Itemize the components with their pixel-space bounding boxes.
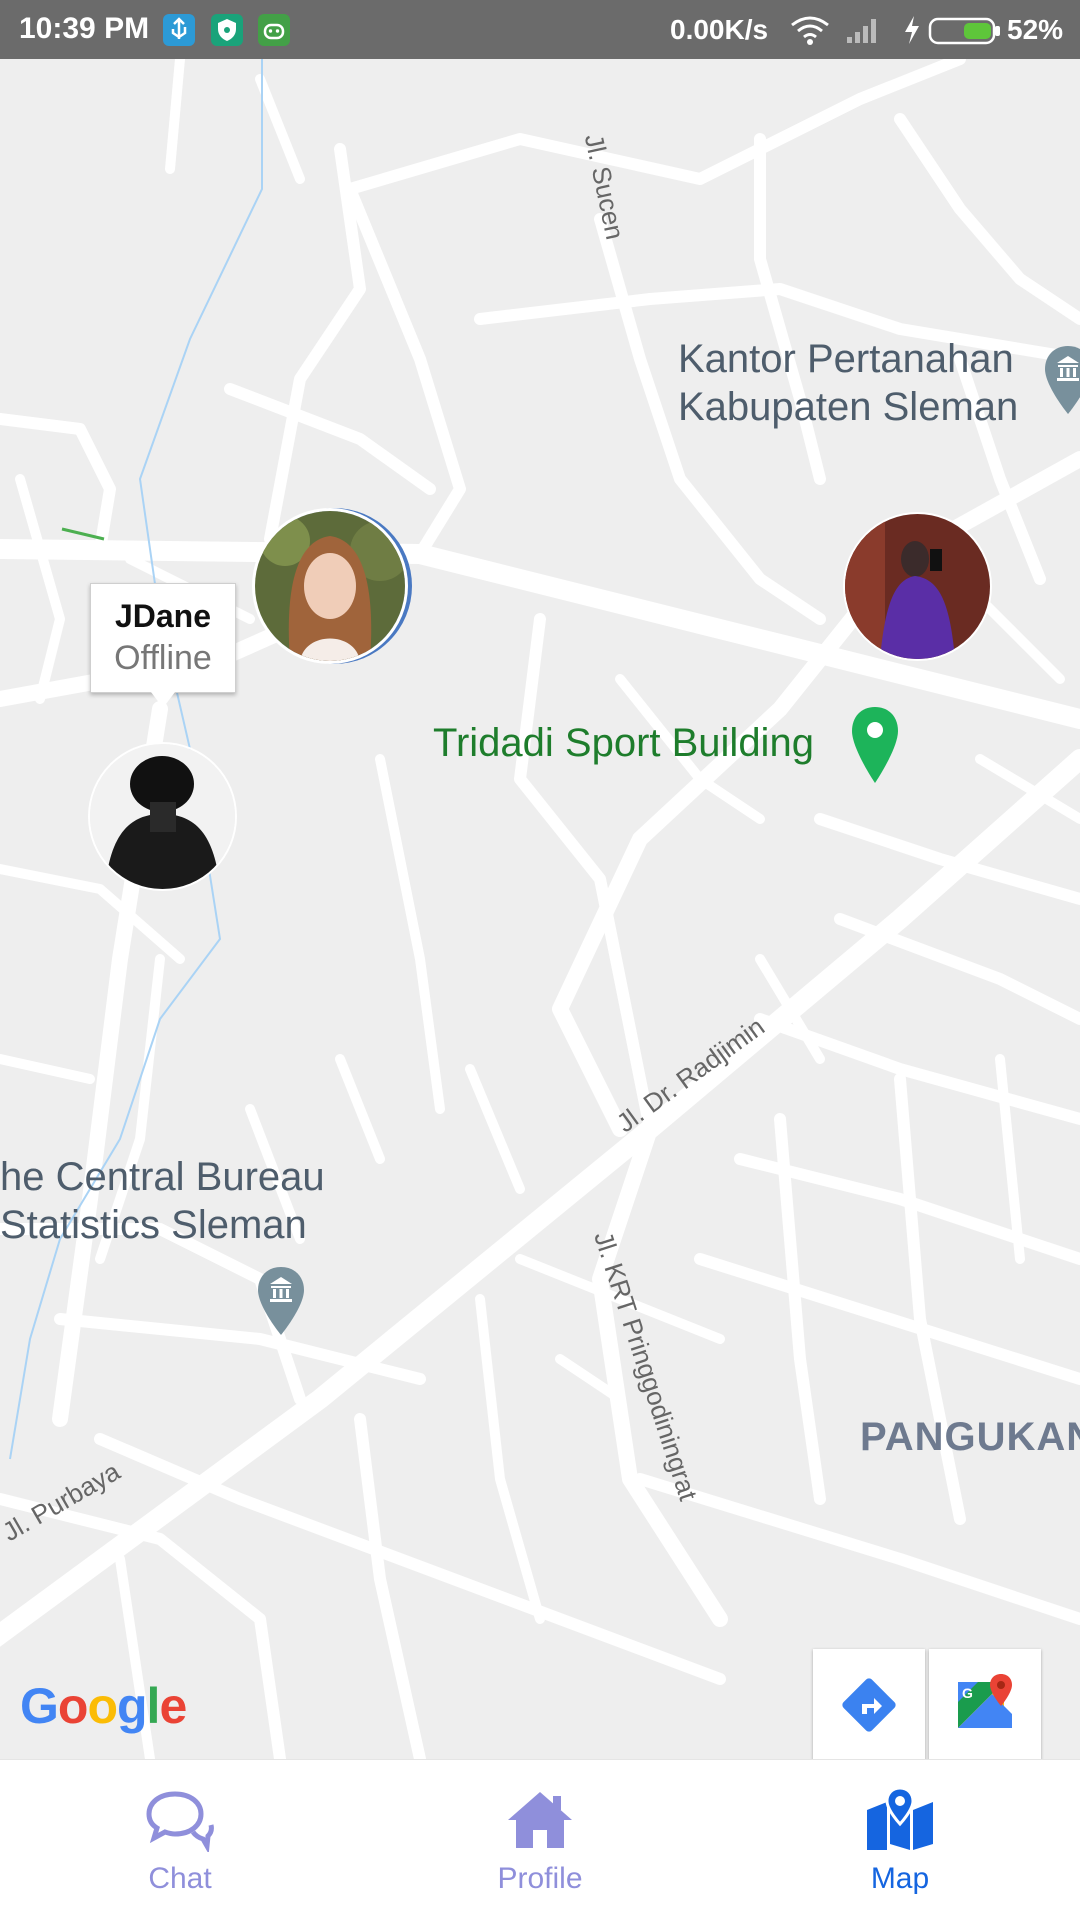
directions-icon (842, 1678, 896, 1732)
bottom-navigation: Chat Profile Map (0, 1759, 1080, 1921)
nav-label-profile: Profile (497, 1862, 583, 1895)
status-bar: 10:39 PM 0.00K/s 52% (0, 0, 1080, 59)
google-maps-icon: G (958, 1674, 1012, 1728)
user-marker-avatar[interactable] (255, 511, 405, 661)
battery-percent: 52% (1007, 14, 1064, 45)
user-photo (845, 514, 990, 659)
nav-item-map[interactable]: Map (720, 1760, 1080, 1921)
government-building-pin-icon[interactable] (256, 1265, 306, 1337)
road-network (0, 59, 1080, 1759)
user-marker-avatar-jdane[interactable] (90, 744, 235, 889)
marker-info-window[interactable]: JDane Offline (90, 583, 236, 708)
poi-label-kantor-pertanahan[interactable]: Kantor Pertanahan Kabupaten Sleman (678, 335, 1018, 431)
user-name: JDane (114, 598, 212, 634)
map-icon (867, 1788, 933, 1850)
signal-icon (847, 19, 876, 43)
nav-item-chat[interactable]: Chat (0, 1760, 360, 1921)
chat-icon (146, 1791, 214, 1852)
wifi-icon (791, 16, 829, 45)
government-building-pin-icon[interactable] (1043, 344, 1080, 416)
user-marker-avatar[interactable] (845, 514, 990, 659)
charging-bolt-icon (905, 16, 919, 44)
poi-label-central-bureau-statistics[interactable]: he Central Bureau Statistics Sleman (0, 1153, 325, 1249)
nav-item-profile[interactable]: Profile (360, 1760, 720, 1921)
directions-button[interactable] (813, 1649, 925, 1759)
google-logo: Google (20, 1678, 187, 1734)
user-photo (255, 511, 405, 661)
status-time: 10:39 PM (19, 12, 150, 45)
user-photo (90, 744, 235, 889)
open-in-google-maps-button[interactable]: G (929, 1649, 1041, 1759)
android-icon (258, 14, 290, 46)
usb-icon (163, 14, 195, 46)
battery-icon (928, 17, 1000, 45)
sports-pin-icon[interactable] (850, 705, 900, 785)
map-view[interactable]: Jl. Sucen Jl. Dr. Radjimin Jl. KRT Pring… (0, 59, 1080, 1759)
svg-text:G: G (962, 1685, 973, 1701)
info-window-pointer (151, 692, 175, 708)
area-label-pangukan: PANGUKAN (860, 1415, 1080, 1459)
poi-label-tridadi-sport-building[interactable]: Tridadi Sport Building (433, 721, 814, 766)
nav-label-map: Map (870, 1862, 930, 1895)
user-status: Offline (114, 639, 212, 677)
network-speed: 0.00K/s (670, 14, 769, 45)
nav-label-chat: Chat (148, 1862, 212, 1895)
home-icon (508, 1792, 572, 1848)
vpn-shield-icon (211, 14, 243, 46)
